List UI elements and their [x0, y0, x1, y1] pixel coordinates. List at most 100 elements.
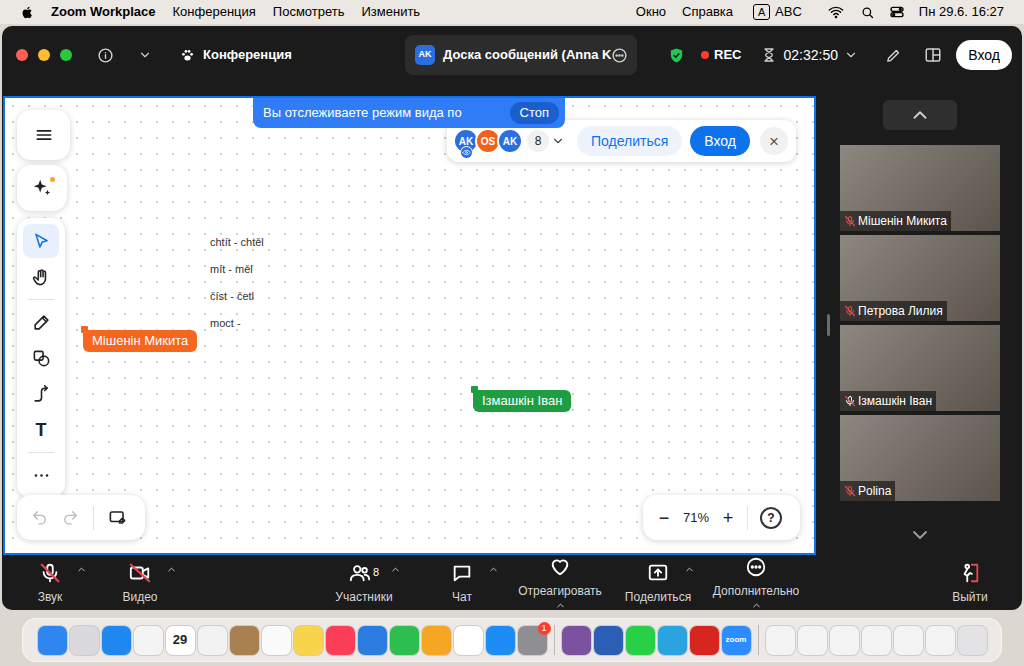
audio-button[interactable]: Звук	[18, 561, 82, 606]
minimize-button[interactable]	[38, 49, 50, 61]
dock-app[interactable]	[70, 626, 99, 655]
chevron-up-icon	[751, 600, 762, 610]
scroll-up-button[interactable]	[883, 100, 957, 130]
select-tool[interactable]	[23, 224, 59, 258]
whiteboard[interactable]: Вы отслеживаете режим вида поСтопAKOSAK8…	[3, 96, 816, 555]
dock-app[interactable]	[358, 626, 387, 655]
participant-tile[interactable]: Ізмашкін Іван	[840, 325, 1000, 411]
participants-button[interactable]: 8Участники	[315, 561, 413, 606]
hourglass-icon	[761, 47, 777, 63]
input-source-badge[interactable]: A	[753, 4, 770, 20]
stop-button[interactable]: Стоп	[510, 102, 559, 124]
collaborator-count[interactable]: 8	[527, 130, 549, 152]
close-button[interactable]	[16, 49, 28, 61]
menu-item[interactable]: Конференция	[173, 2, 256, 22]
dock-app[interactable]	[798, 626, 827, 655]
dock-app[interactable]	[454, 626, 483, 655]
zoom-button[interactable]	[60, 49, 72, 61]
zoom-in-button[interactable]: +	[715, 509, 741, 527]
collaborator-avatar[interactable]: AK	[497, 128, 523, 154]
shapes-tool[interactable]	[23, 341, 59, 375]
board-note[interactable]: číst - četl	[210, 288, 254, 305]
participant-tile[interactable]: Петрова Лилия	[840, 235, 1000, 321]
dock-app[interactable]	[958, 626, 987, 655]
participant-list: Мішенін МикитаПетрова ЛилияІзмашкін Іван…	[840, 145, 1000, 501]
connector-icon	[32, 385, 51, 404]
video-button[interactable]: Видео	[107, 561, 173, 606]
share-button[interactable]: Поделиться	[577, 126, 682, 156]
dock-app[interactable]	[766, 626, 795, 655]
input-source[interactable]: ABC	[775, 2, 802, 22]
dock-app-label: 29	[173, 630, 187, 650]
dock-app[interactable]	[390, 626, 419, 655]
react-button[interactable]: Отреагировать	[511, 555, 609, 610]
tab-badge: AK	[415, 45, 435, 65]
text-tool[interactable]: T	[23, 413, 59, 447]
menu-item[interactable]: Справка	[682, 2, 733, 22]
dock-app[interactable]	[294, 626, 323, 655]
dock-app[interactable]	[486, 626, 515, 655]
toolbar-label: Поделиться	[625, 588, 691, 606]
more-tool[interactable]	[23, 458, 59, 492]
chat-button[interactable]: Чат	[413, 561, 511, 606]
dock-app[interactable]	[134, 626, 163, 655]
whiteboard-tab[interactable]: AKДоска сообщений (Anna K	[405, 35, 637, 75]
recording-indicator[interactable]: REC	[701, 45, 741, 65]
signin-button[interactable]: Вход	[690, 126, 750, 156]
menu-item[interactable]: Изменить	[361, 2, 420, 22]
hand-tool[interactable]	[23, 260, 59, 294]
connector-tool[interactable]	[23, 377, 59, 411]
dock-app[interactable]	[894, 626, 923, 655]
board-note[interactable]: moct -	[210, 315, 241, 332]
clock[interactable]: Пн 29.6. 16:27	[919, 2, 1004, 22]
dock-app[interactable]: 29	[166, 626, 195, 655]
dock-app[interactable]	[658, 626, 687, 655]
dock-app[interactable]: zoom	[722, 626, 751, 655]
video-gallery: Мішенін МикитаПетрова ЛилияІзмашкін Іван…	[840, 94, 1000, 556]
app-menu[interactable]: Zoom Workplace	[51, 2, 156, 22]
dock-app[interactable]	[422, 626, 451, 655]
zoom-out-button[interactable]: −	[651, 509, 677, 527]
zoom-level[interactable]: 71%	[677, 508, 715, 528]
leave-button[interactable]: Выйти	[942, 561, 998, 606]
dock-app[interactable]	[862, 626, 891, 655]
dock-app[interactable]	[38, 626, 67, 655]
more-icon	[32, 466, 51, 485]
board-note[interactable]: chtít - chtěl	[210, 234, 264, 251]
dock-app[interactable]	[562, 626, 591, 655]
toolbar-icon-row	[647, 561, 669, 585]
ai-button[interactable]	[17, 165, 67, 211]
cursor-name: Мішенін Микита	[92, 331, 188, 351]
dock-app[interactable]	[230, 626, 259, 655]
signin-button[interactable]: Вход	[956, 40, 1012, 70]
menu-item[interactable]: Посмотреть	[273, 2, 345, 22]
title-left: Конференция	[2, 45, 405, 65]
hamburger-icon	[34, 125, 54, 145]
splitter[interactable]	[816, 94, 840, 556]
toolbar-label: Видео	[122, 588, 157, 606]
dock-app[interactable]: 1	[518, 626, 547, 655]
dock-app[interactable]	[926, 626, 955, 655]
pen-tool[interactable]	[23, 305, 59, 339]
menu-button[interactable]	[17, 110, 70, 160]
help-button[interactable]: ?	[760, 507, 782, 529]
participant-tile[interactable]: Polina	[840, 415, 1000, 501]
dock-app[interactable]	[830, 626, 859, 655]
dock-app[interactable]	[626, 626, 655, 655]
board-note[interactable]: mít - měl	[210, 261, 253, 278]
dock-app[interactable]	[326, 626, 355, 655]
dock-app[interactable]	[690, 626, 719, 655]
menu-item[interactable]: Окно	[636, 2, 666, 22]
dock-app[interactable]	[198, 626, 227, 655]
toolbar-label: Участники	[335, 588, 392, 606]
share-button[interactable]: Поделиться	[609, 561, 707, 606]
dock-app[interactable]	[102, 626, 131, 655]
dock-app[interactable]	[594, 626, 623, 655]
audio-icon	[39, 562, 61, 584]
shapes-icon	[32, 349, 51, 368]
dock-app[interactable]	[262, 626, 291, 655]
more-button[interactable]: Дополнительно	[707, 555, 805, 610]
participant-tile[interactable]: Мішенін Микита	[840, 145, 1000, 231]
close-button[interactable]: ×	[760, 127, 788, 155]
leave-label: Выйти	[952, 588, 988, 606]
